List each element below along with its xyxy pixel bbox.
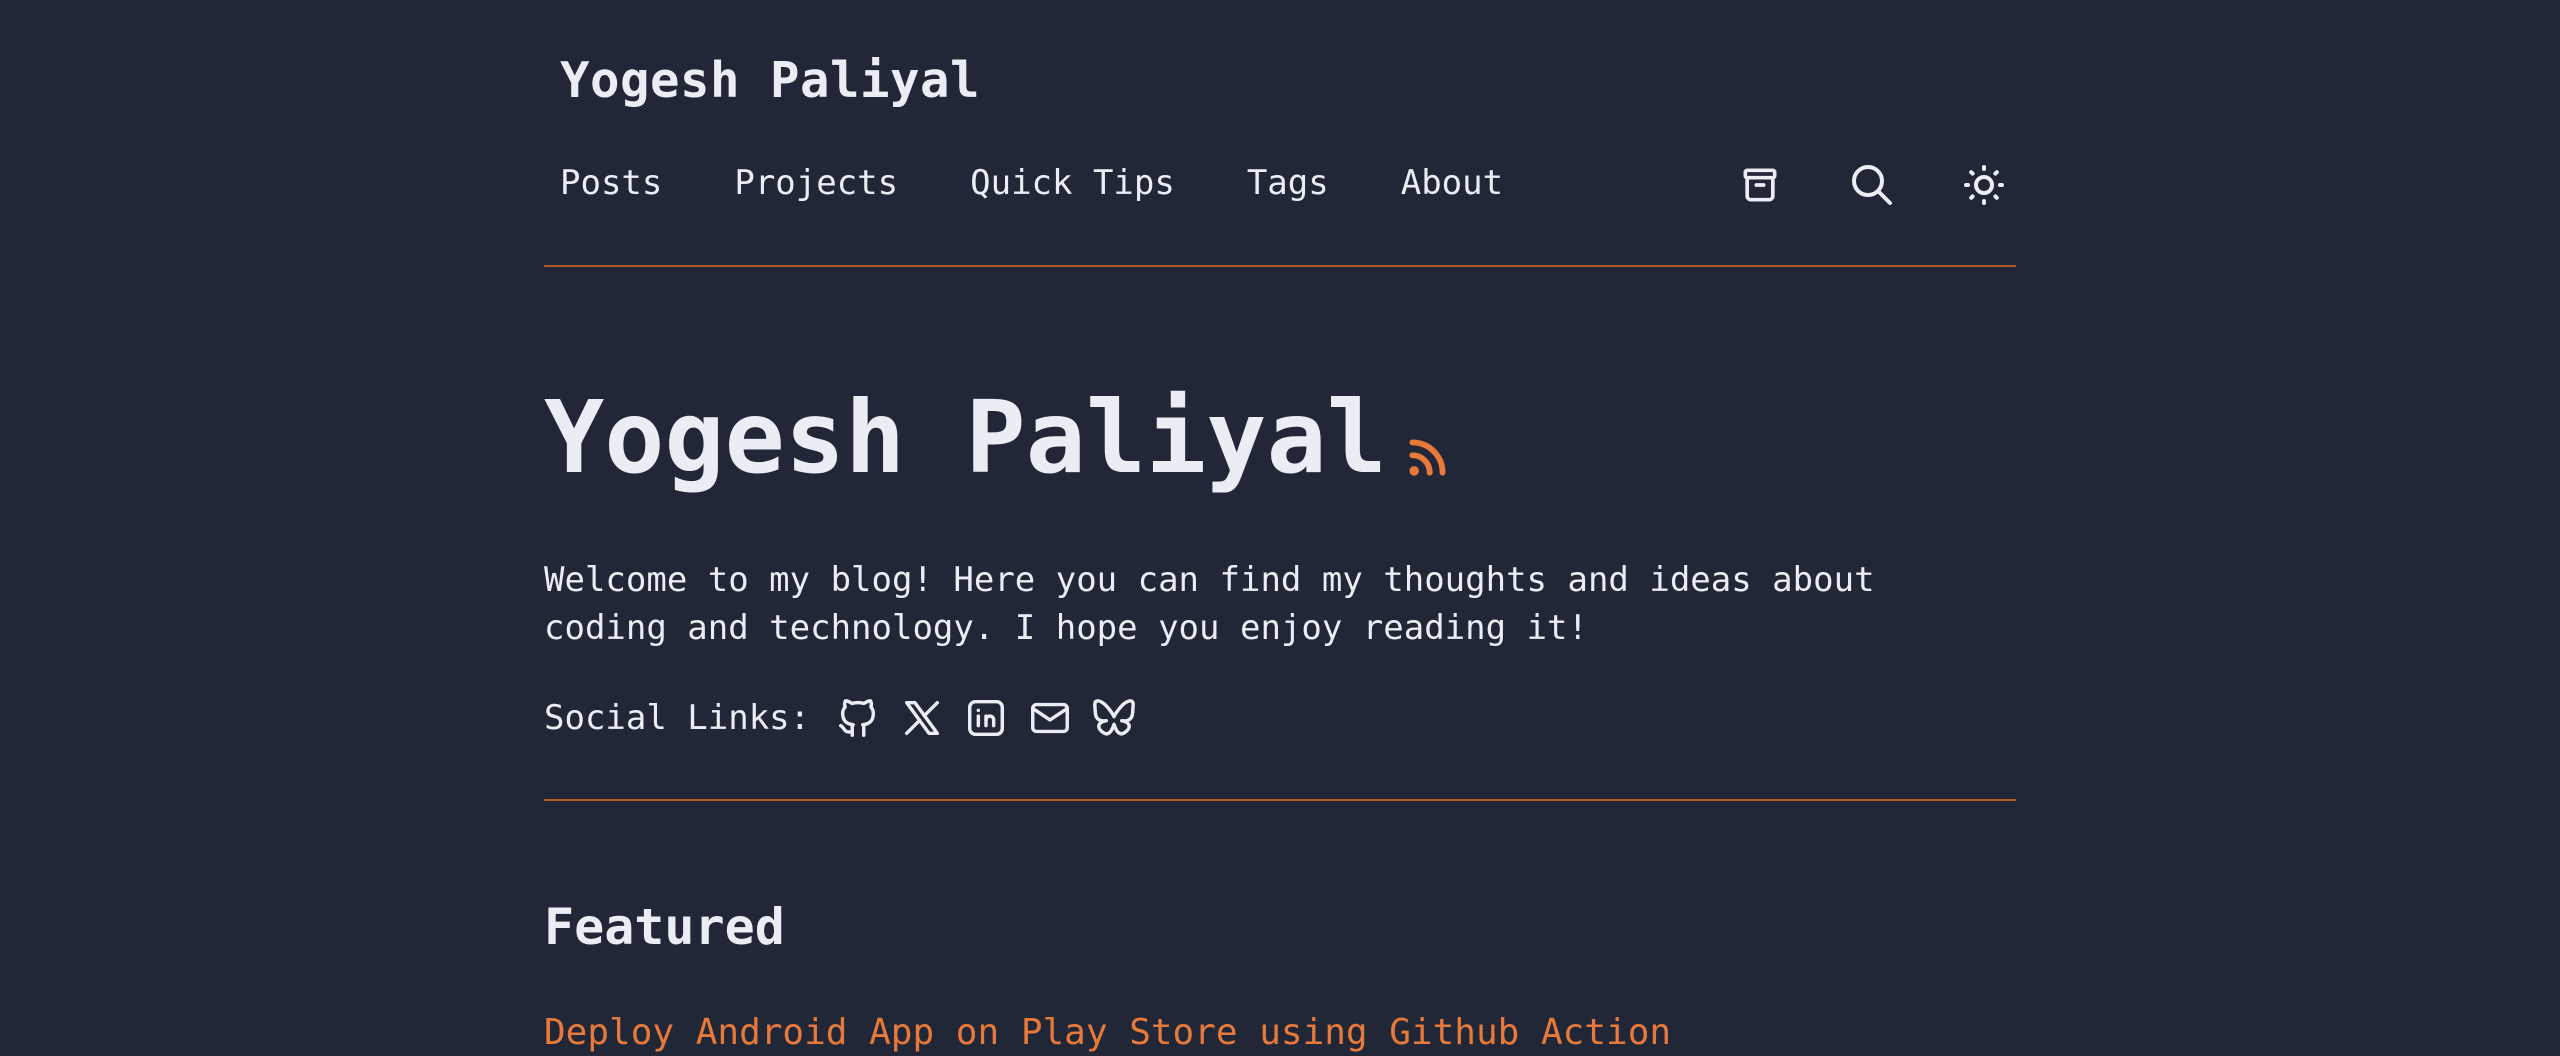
header-divider [544,265,2016,267]
github-icon [839,699,876,737]
github-link[interactable] [834,694,882,742]
hero-divider [544,799,2016,801]
featured-post-link[interactable]: Deploy Android App on Play Store using G… [544,1012,1671,1053]
sun-icon [1964,165,2004,205]
theme-toggle-button[interactable] [1960,161,2008,209]
mail-icon [1031,702,1070,734]
archive-icon [1743,168,1777,202]
social-links: Social Links: [544,692,1154,744]
bluesky-icon [1093,699,1136,736]
rss-icon [1409,439,1446,476]
nav-item-projects[interactable]: Projects [734,163,898,203]
welcome-text: Welcome to my blog! Here you can find my… [544,560,1875,648]
nav-icon-group [1672,160,2008,210]
nav-item-posts[interactable]: Posts [560,163,662,203]
page-title: Yogesh Paliyal [544,379,1387,496]
archive-button[interactable] [1736,161,1784,209]
mail-link[interactable] [1026,694,1074,742]
social-links-label: Social Links: [544,698,811,738]
bluesky-link[interactable] [1090,694,1138,742]
linkedin-link[interactable] [962,694,1010,742]
search-icon [1852,165,1892,205]
nav-item-about[interactable]: About [1401,163,1503,203]
hero-title-row: Yogesh Paliyal [544,382,1449,494]
x-icon [905,700,940,736]
featured-heading: Featured [544,898,785,956]
rss-link[interactable] [1405,436,1449,480]
x-link[interactable] [898,694,946,742]
linkedin-icon [968,699,1005,737]
main-nav: Posts Projects Quick Tips Tags About [560,160,1575,206]
search-button[interactable] [1848,161,1896,209]
site-title-link[interactable]: Yogesh Paliyal [560,52,980,109]
nav-item-tags[interactable]: Tags [1247,163,1329,203]
nav-item-quick-tips[interactable]: Quick Tips [970,163,1175,203]
